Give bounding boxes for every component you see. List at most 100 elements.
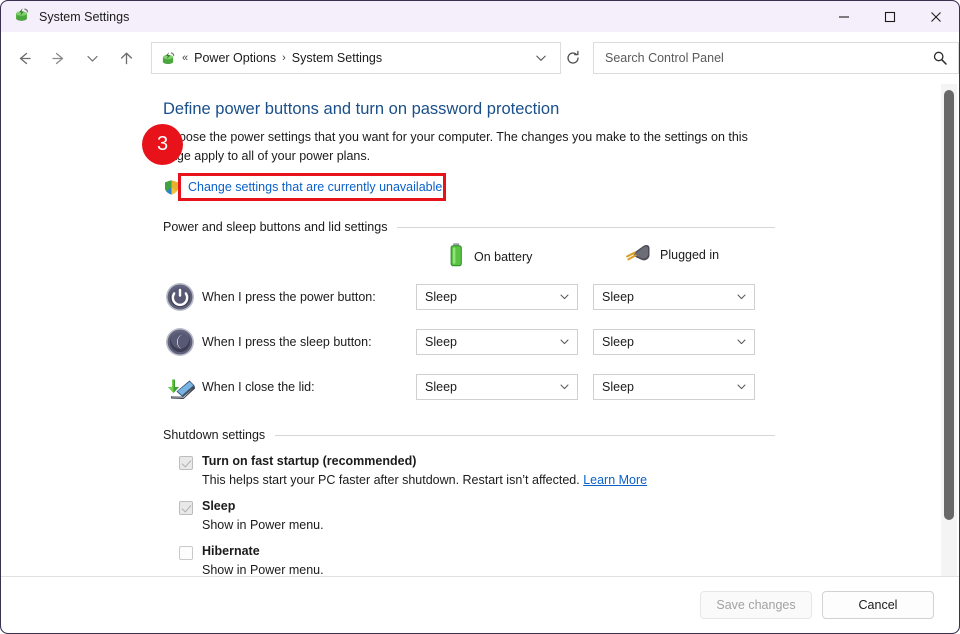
column-label: Plugged in (660, 247, 720, 262)
minimize-button[interactable] (821, 1, 867, 32)
power-plug-icon (625, 242, 651, 267)
chevron-down-icon (86, 55, 98, 62)
option-label: Turn on fast startup (recommended) (202, 454, 417, 468)
select-value: Sleep (425, 379, 457, 394)
sleep-description: Show in Power menu. (202, 518, 324, 532)
change-settings-link[interactable]: Change settings that are currently unava… (186, 179, 444, 195)
close-lid-plugged-in-select[interactable]: Sleep (593, 373, 755, 400)
description-text: This helps start your PC faster after sh… (202, 473, 580, 487)
option-hibernate[interactable]: Hibernate (179, 544, 959, 560)
recent-locations-button[interactable] (75, 41, 109, 75)
change-settings-row: Change settings that are currently unava… (163, 176, 959, 198)
forward-button[interactable] (41, 41, 75, 75)
sleep-checkbox[interactable] (179, 501, 193, 515)
uac-shield-icon (163, 179, 180, 196)
row-power-button: When I press the power button: Sleep Sle… (163, 274, 959, 319)
option-label: Sleep (202, 499, 236, 513)
fast-startup-description: This helps start your PC faster after sh… (202, 473, 959, 487)
sleep-button-plugged-in-select[interactable]: Sleep (593, 328, 755, 355)
dialog-footer: Save changes Cancel (1, 576, 959, 633)
breadcrumb-item-system-settings[interactable]: System Settings (292, 51, 382, 65)
select-value: Sleep (602, 289, 634, 304)
row-label: When I press the sleep button: (202, 334, 372, 349)
breadcrumb-item-power-options[interactable]: Power Options (194, 51, 276, 65)
address-bar-icon (160, 50, 176, 66)
step-badge-3: 3 (142, 124, 183, 165)
up-button[interactable] (109, 41, 143, 75)
power-button-on-battery-select[interactable]: Sleep (416, 283, 578, 310)
close-button[interactable] (913, 1, 959, 32)
content-area: Define power buttons and turn on passwor… (1, 84, 959, 576)
breadcrumb: « Power Options › System Settings (182, 51, 382, 65)
chevron-down-icon (735, 335, 748, 348)
chevron-down-icon (558, 380, 571, 393)
select-value: Sleep (602, 379, 634, 394)
group-label: Power and sleep buttons and lid settings (163, 220, 388, 234)
column-header-plugged-in: Plugged in (625, 242, 719, 267)
group-divider (397, 226, 775, 228)
back-arrow-icon (19, 52, 31, 64)
cancel-button[interactable]: Cancel (822, 591, 934, 619)
page-description: Choose the power settings that you want … (163, 130, 748, 163)
power-options-icon (13, 6, 30, 28)
title-bar: System Settings (1, 1, 959, 32)
hibernate-checkbox[interactable] (179, 546, 193, 560)
maximize-button[interactable] (867, 1, 913, 32)
save-changes-button[interactable]: Save changes (700, 591, 812, 619)
search-input[interactable] (605, 51, 932, 65)
chevron-down-icon (558, 290, 571, 303)
row-sleep-button: When I press the sleep button: Sleep Sle… (163, 319, 959, 364)
settings-rows: When I press the power button: Sleep Sle… (163, 274, 959, 409)
nav-buttons (1, 41, 143, 75)
power-button-plugged-in-select[interactable]: Sleep (593, 283, 755, 310)
row-label: When I close the lid: (202, 379, 315, 394)
system-settings-window: System Settings « Power Options › System… (0, 0, 960, 634)
group-divider (275, 434, 775, 436)
battery-icon (448, 242, 465, 271)
hibernate-description: Show in Power menu. (202, 563, 324, 576)
column-headers: On battery Plugged in (163, 234, 959, 274)
address-bar[interactable]: « Power Options › System Settings (151, 42, 561, 74)
fast-startup-checkbox[interactable] (179, 456, 193, 470)
chevron-down-icon (558, 335, 571, 348)
search-box[interactable] (593, 42, 959, 74)
breadcrumb-separator[interactable]: › (282, 52, 286, 64)
group-label: Shutdown settings (163, 428, 266, 442)
sleep-button-on-battery-select[interactable]: Sleep (416, 328, 578, 355)
close-lid-on-battery-select[interactable]: Sleep (416, 373, 578, 400)
page-title: Define power buttons and turn on passwor… (163, 100, 560, 118)
row-close-lid: When I close the lid: Sleep Sleep (163, 364, 959, 409)
settings-page: Define power buttons and turn on passwor… (1, 84, 959, 576)
select-value: Sleep (425, 289, 457, 304)
window-title: System Settings (39, 9, 130, 24)
column-label: On battery (474, 249, 533, 264)
option-sleep[interactable]: Sleep (179, 499, 959, 515)
column-header-on-battery: On battery (448, 242, 532, 271)
group-header-power-lid: Power and sleep buttons and lid settings (163, 220, 775, 234)
back-button[interactable] (7, 41, 41, 75)
chevron-down-icon (536, 55, 546, 61)
power-button-icon (163, 282, 197, 312)
chevron-down-icon (735, 380, 748, 393)
refresh-icon (567, 50, 579, 64)
up-arrow-icon (120, 52, 132, 64)
title-bar-left: System Settings (1, 6, 129, 28)
address-dropdown-button[interactable] (528, 44, 554, 72)
breadcrumb-overflow[interactable]: « (182, 52, 188, 64)
row-label: When I press the power button: (202, 289, 376, 304)
learn-more-link[interactable]: Learn More (583, 473, 647, 487)
option-label: Hibernate (202, 544, 260, 558)
vertical-scrollbar[interactable] (941, 84, 957, 576)
address-bar-right (528, 44, 554, 72)
group-header-shutdown: Shutdown settings (163, 428, 775, 442)
shutdown-options: Turn on fast startup (recommended) This … (1, 454, 959, 576)
refresh-button[interactable] (563, 42, 583, 74)
chevron-down-icon (735, 290, 748, 303)
scrollbar-thumb[interactable] (944, 90, 954, 520)
navigation-toolbar: « Power Options › System Settings (1, 32, 959, 84)
select-value: Sleep (425, 334, 457, 349)
forward-arrow-icon (51, 52, 63, 64)
laptop-lid-icon (163, 373, 197, 401)
search-icon[interactable] (932, 50, 948, 66)
option-fast-startup[interactable]: Turn on fast startup (recommended) (179, 454, 959, 470)
